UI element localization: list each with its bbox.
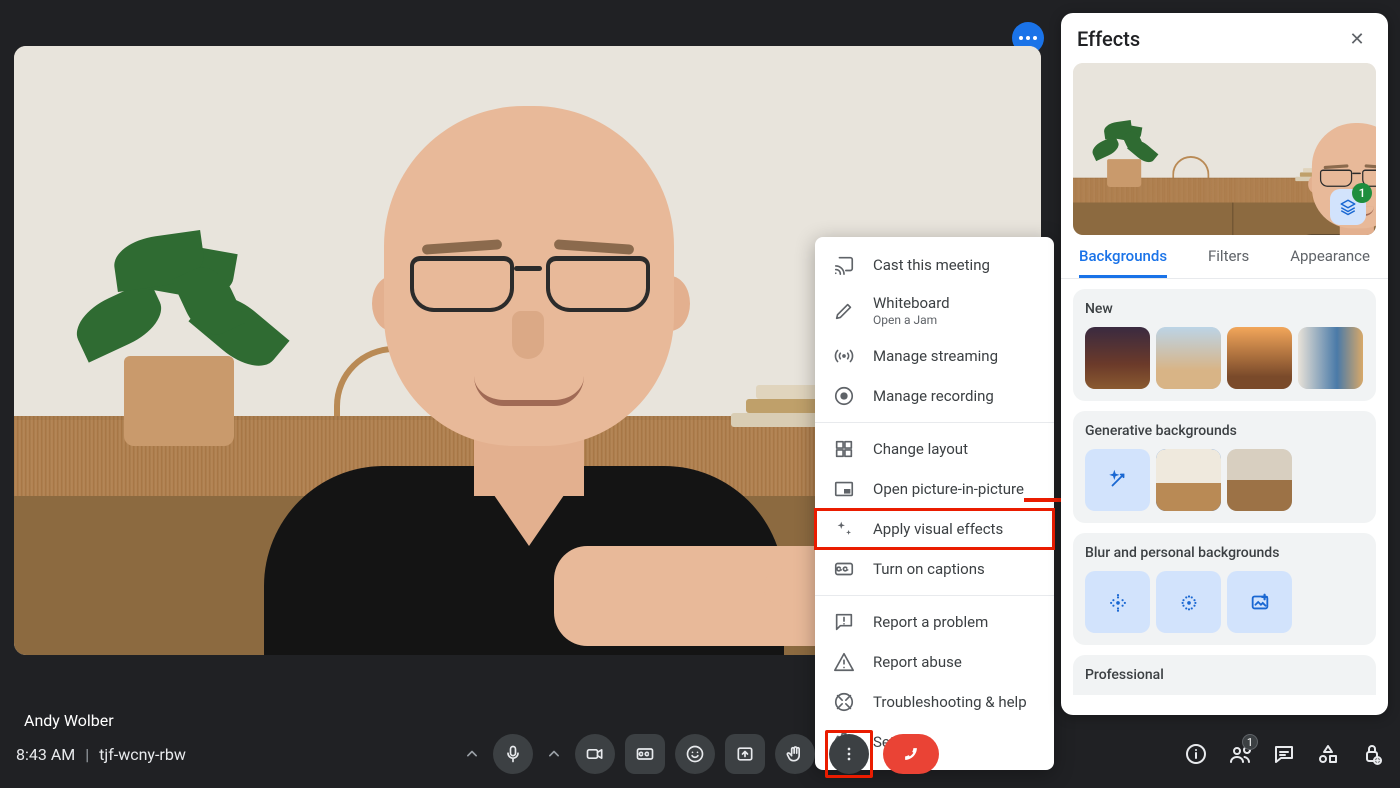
blur-light-button[interactable] [1085, 571, 1150, 633]
tab-appearance[interactable]: Appearance [1290, 247, 1370, 278]
more-options-highlight [825, 730, 873, 778]
effects-tabs: Backgrounds Filters Appearance [1061, 235, 1388, 279]
bg-thumb[interactable] [1227, 327, 1292, 389]
effects-title: Effects [1077, 27, 1140, 51]
feedback-icon [833, 611, 855, 633]
mic-button[interactable] [493, 734, 533, 774]
menu-streaming[interactable]: Manage streaming [815, 336, 1054, 376]
host-controls-button[interactable] [1360, 742, 1384, 766]
section-professional: Professional [1073, 655, 1376, 695]
effects-panel: Effects ✕ 1 Backgrounds Filters Appeara [1061, 13, 1388, 715]
close-effects-button[interactable]: ✕ [1342, 29, 1372, 50]
meeting-code: tjf-wcny-rbw [99, 745, 186, 764]
menu-whiteboard[interactable]: WhiteboardOpen a Jam [815, 285, 1054, 336]
menu-layout[interactable]: Change layout [815, 429, 1054, 469]
more-options-menu: Cast this meeting WhiteboardOpen a Jam M… [815, 237, 1054, 770]
sparkle-icon [833, 518, 855, 540]
tab-backgrounds[interactable]: Backgrounds [1079, 247, 1167, 278]
menu-pip[interactable]: Open picture-in-picture [815, 469, 1054, 509]
section-generative: Generative backgrounds [1073, 411, 1376, 523]
blur-strong-button[interactable] [1156, 571, 1221, 633]
raise-hand-button[interactable] [775, 734, 815, 774]
activities-button[interactable] [1316, 742, 1340, 766]
camera-button[interactable] [575, 734, 615, 774]
mic-options-chevron[interactable] [461, 734, 483, 774]
pip-icon [833, 478, 855, 500]
present-button[interactable] [725, 734, 765, 774]
captions-button[interactable] [625, 734, 665, 774]
help-icon [833, 691, 855, 713]
bg-thumb-selected[interactable] [1156, 449, 1221, 511]
layout-icon [833, 438, 855, 460]
captions-icon [833, 558, 855, 580]
generate-bg-button[interactable] [1085, 449, 1150, 511]
meeting-details-button[interactable] [1184, 742, 1208, 766]
bottom-bar: 8:43 AM | tjf-wcny-rbw 1 [0, 720, 1400, 788]
section-new: New [1073, 289, 1376, 401]
effects-count-badge: 1 [1352, 183, 1372, 203]
effects-layers-button[interactable]: 1 [1330, 189, 1366, 225]
video-person [194, 106, 874, 655]
menu-report-abuse[interactable]: Report abuse [815, 642, 1054, 682]
reactions-button[interactable] [675, 734, 715, 774]
cast-icon [833, 254, 855, 276]
streaming-icon [833, 345, 855, 367]
menu-report-problem[interactable]: Report a problem [815, 602, 1054, 642]
bg-thumb[interactable] [1085, 327, 1150, 389]
section-blur: Blur and personal backgrounds [1073, 533, 1376, 645]
pencil-icon [833, 300, 855, 322]
effects-preview: 1 [1073, 63, 1376, 235]
tab-filters[interactable]: Filters [1208, 247, 1249, 278]
menu-cast[interactable]: Cast this meeting [815, 245, 1054, 285]
menu-help[interactable]: Troubleshooting & help [815, 682, 1054, 722]
warning-icon [833, 651, 855, 673]
bg-thumb[interactable] [1156, 327, 1221, 389]
camera-options-chevron[interactable] [543, 734, 565, 774]
people-count-badge: 1 [1242, 734, 1258, 750]
menu-captions[interactable]: Turn on captions [815, 549, 1054, 589]
record-icon [833, 385, 855, 407]
more-options-button[interactable] [829, 734, 869, 774]
bg-thumb[interactable] [1298, 327, 1363, 389]
upload-bg-button[interactable] [1227, 571, 1292, 633]
bg-thumb[interactable] [1227, 449, 1292, 511]
menu-visual-effects[interactable]: Apply visual effects [815, 509, 1054, 549]
clock-label: 8:43 AM [16, 745, 75, 764]
leave-call-button[interactable] [883, 734, 939, 774]
people-button[interactable]: 1 [1228, 742, 1252, 766]
chat-button[interactable] [1272, 742, 1296, 766]
menu-recording[interactable]: Manage recording [815, 376, 1054, 416]
